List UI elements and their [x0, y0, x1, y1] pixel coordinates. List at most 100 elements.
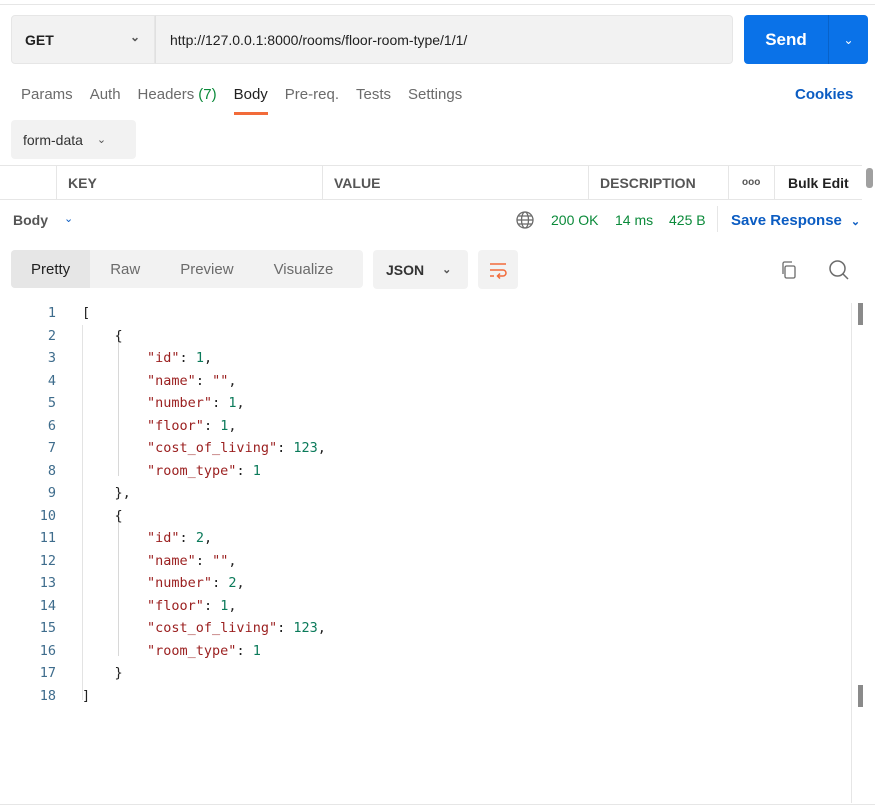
json-punctuation: ,	[228, 372, 237, 389]
copy-icon[interactable]	[779, 260, 799, 283]
json-punctuation: ,	[203, 350, 213, 366]
response-time[interactable]: 14 ms	[615, 212, 653, 228]
request-tabs: Params Auth Headers (7) Body Pre-req. Tests Set…	[21, 86, 479, 115]
json-punctuation: ,	[228, 597, 237, 614]
code-line: "floor": 1,	[82, 598, 236, 614]
scrollbar-thumb[interactable]	[858, 303, 863, 325]
code-line: }	[82, 665, 123, 681]
line-number: 12	[39, 552, 56, 569]
tab-prereq[interactable]: Pre-req.	[285, 86, 339, 114]
json-punctuation: :	[195, 552, 213, 569]
code-line: "name": "",	[82, 373, 236, 389]
view-mode-tabs: Pretty Raw Preview Visualize	[11, 250, 363, 288]
json-punctuation: }	[82, 665, 123, 681]
send-button[interactable]: Send	[744, 30, 828, 50]
tab-tests[interactable]: Tests	[356, 86, 391, 114]
json-punctuation: ,	[317, 620, 326, 636]
tab-raw[interactable]: Raw	[90, 250, 160, 288]
body-type-select[interactable]: form-data ⌄	[11, 120, 136, 159]
line-number: 11	[39, 530, 56, 546]
json-punctuation: :	[277, 620, 294, 636]
json-punctuation	[82, 373, 147, 389]
json-punctuation: ,	[236, 395, 245, 411]
json-punctuation: :	[195, 372, 213, 389]
json-punctuation: :	[212, 395, 229, 411]
bulk-edit-button[interactable]: Bulk Edit	[774, 166, 862, 199]
tab-headers[interactable]: Headers (7)	[138, 86, 217, 114]
line-number: 16	[39, 642, 56, 659]
search-icon[interactable]	[828, 259, 850, 284]
checkbox-column	[0, 166, 56, 199]
json-punctuation	[82, 598, 147, 614]
json-key: "number"	[147, 395, 213, 411]
json-key: "name"	[147, 372, 196, 389]
json-punctuation: :	[179, 350, 196, 366]
line-number: 7	[47, 440, 56, 456]
key-column-header: KEY	[56, 166, 322, 199]
json-punctuation: ,	[317, 440, 326, 456]
code-line: },	[82, 485, 131, 501]
json-string: ""	[212, 552, 229, 569]
tab-params[interactable]: Params	[21, 86, 73, 114]
tab-settings[interactable]: Settings	[408, 86, 462, 114]
format-label: JSON	[386, 261, 425, 278]
more-options-icon[interactable]: ooo	[728, 166, 774, 199]
chevron-down-icon[interactable]: ⌄	[64, 212, 73, 225]
params-table-header: KEY VALUE DESCRIPTION ooo Bulk Edit	[0, 165, 862, 200]
json-punctuation	[82, 575, 147, 591]
divider	[0, 4, 875, 5]
response-size[interactable]: 425 B	[669, 212, 706, 228]
tab-pretty[interactable]: Pretty	[11, 250, 91, 288]
tab-preview[interactable]: Preview	[160, 250, 253, 288]
line-number: 2	[47, 327, 56, 344]
json-key: "cost_of_living"	[147, 620, 278, 636]
json-punctuation: :	[212, 575, 229, 591]
code-line: [	[82, 305, 90, 321]
wrap-icon	[490, 262, 507, 279]
save-response-label: Save Response	[731, 212, 842, 229]
response-body-label[interactable]: Body	[13, 212, 48, 228]
globe-icon[interactable]	[515, 210, 535, 233]
line-number: 17	[39, 665, 56, 681]
line-number: 18	[39, 687, 56, 704]
code-line: "cost_of_living": 123,	[82, 440, 326, 456]
json-number: 2	[195, 530, 204, 546]
json-punctuation: :	[236, 642, 253, 659]
cookies-link[interactable]: Cookies	[795, 86, 853, 103]
code-line: "id": 2,	[82, 530, 212, 546]
send-options-chevron-icon[interactable]: ⌄	[829, 33, 868, 47]
wrap-lines-button[interactable]	[478, 250, 518, 289]
line-number: 8	[47, 462, 56, 479]
divider	[851, 303, 852, 803]
json-key: "number"	[147, 575, 213, 591]
line-number: 9	[47, 485, 56, 501]
code-line: "cost_of_living": 123,	[82, 620, 326, 636]
line-number: 14	[39, 597, 56, 614]
json-punctuation: ,	[228, 552, 237, 569]
chevron-down-icon: ⌄	[442, 264, 452, 276]
json-punctuation: ,	[236, 575, 245, 591]
format-select[interactable]: JSON ⌄	[373, 250, 468, 289]
tab-label: Tests	[355, 86, 391, 103]
json-key: "floor"	[147, 417, 204, 434]
json-punctuation	[82, 418, 147, 434]
tab-body[interactable]: Body	[233, 86, 269, 115]
code-line: "room_type": 1	[82, 643, 261, 659]
scrollbar[interactable]	[866, 168, 873, 188]
json-number: 1	[252, 462, 261, 479]
line-number: 5	[47, 395, 56, 411]
line-number: 6	[47, 417, 56, 434]
json-punctuation: :	[203, 417, 221, 434]
tab-auth[interactable]: Auth	[90, 86, 121, 114]
json-punctuation: :	[236, 462, 253, 479]
scrollbar-thumb[interactable]	[858, 685, 863, 707]
method-select[interactable]: GET ⌄	[11, 15, 155, 64]
code-line: "number": 2,	[82, 575, 245, 591]
save-response-button[interactable]: Save Response ⌄	[731, 212, 860, 229]
tab-visualize[interactable]: Visualize	[254, 250, 354, 288]
url-input[interactable]: http://127.0.0.1:8000/rooms/floor-room-t…	[155, 15, 733, 64]
send-button-group: Send ⌄	[744, 15, 868, 64]
line-number: 3	[47, 350, 56, 366]
json-punctuation	[82, 463, 147, 479]
status-code[interactable]: 200 OK	[551, 212, 598, 228]
